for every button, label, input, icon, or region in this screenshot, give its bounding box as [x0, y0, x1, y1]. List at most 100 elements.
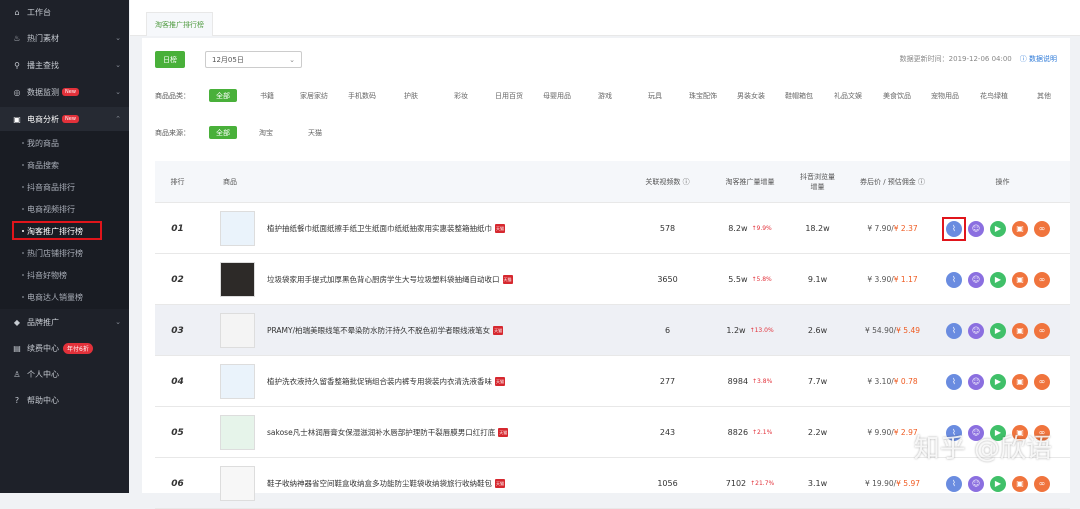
data-help-link[interactable]: ⓘ 数据说明 — [1020, 54, 1057, 64]
category-chip[interactable]: 家居家纺 — [300, 89, 328, 102]
promo-increase: 1.2w↑13.0% — [715, 305, 785, 356]
views-increase: 7.7w — [785, 356, 850, 407]
shopping-bag-icon[interactable]: ▣ — [1012, 272, 1028, 288]
play-video-icon[interactable]: ▶ — [990, 476, 1006, 492]
trend-chart-icon[interactable]: ⌇ — [946, 272, 962, 288]
category-chip[interactable]: 书籍 — [260, 89, 274, 102]
header-videos[interactable]: 关联视频数 ⓘ — [620, 161, 715, 203]
source-chip[interactable]: 天猫 — [308, 126, 322, 139]
sidebar-item-data-monitor[interactable]: ◎ 数据监测 New ⌄ — [0, 84, 129, 100]
trend-chart-icon[interactable]: ⌇ — [946, 476, 962, 492]
sidebar-sub-video-rank[interactable]: 电商视频排行 — [0, 203, 129, 215]
sidebar-item-help[interactable]: ? 帮助中心 — [0, 392, 129, 408]
product-thumbnail[interactable] — [220, 313, 255, 348]
sidebar-item-hot-material[interactable]: ♨ 热门素材 ⌄ — [0, 30, 129, 46]
category-chip[interactable]: 护肤 — [404, 89, 418, 102]
category-chip[interactable]: 玩具 — [648, 89, 662, 102]
sidebar-item-workbench[interactable]: ⌂ 工作台 — [0, 4, 129, 20]
play-video-icon[interactable]: ▶ — [990, 272, 1006, 288]
sidebar-item-renew[interactable]: ▤ 续费中心 年付6折 — [0, 340, 129, 356]
product-thumbnail[interactable] — [220, 364, 255, 399]
influencer-icon[interactable]: ☺ — [968, 221, 984, 237]
daily-rank-button[interactable]: 日榜 — [155, 51, 185, 68]
shopping-bag-icon[interactable]: ▣ — [1012, 221, 1028, 237]
product-name[interactable]: PRAMY/柏瑞美眼线笔不晕染防水防汗持久不脱色初学者眼线液笔女天猫 — [267, 305, 527, 356]
product-name[interactable]: 植护抽纸餐巾纸面纸擦手纸卫生纸面巾纸纸抽家用实惠装整箱抽纸巾天猫 — [267, 203, 527, 254]
link-icon[interactable]: ∞ — [1034, 323, 1050, 339]
table-row: 04 植护洗衣液持久留香整箱批促销组合装内裤专用袋装内衣清洗液香味天猫 277 … — [155, 356, 1070, 407]
category-chip[interactable]: 珠宝配饰 — [689, 89, 717, 102]
link-icon[interactable]: ∞ — [1034, 272, 1050, 288]
category-chip[interactable]: 全部 — [209, 89, 237, 102]
category-chip[interactable]: 游戏 — [598, 89, 612, 102]
promo-increase: 8.2w↑9.9% — [715, 203, 785, 254]
sidebar-sub-my-products[interactable]: 我的商品 — [0, 137, 129, 149]
rank-number: 06 — [155, 458, 200, 509]
trend-chart-icon[interactable]: ⌇ — [946, 323, 962, 339]
sidebar-sub-influencer-sales[interactable]: 电商达人销量榜 — [0, 291, 129, 303]
promo-value: 1.2w — [726, 326, 745, 335]
sidebar-sub-shop-rank[interactable]: 热门店铺排行榜 — [0, 247, 129, 259]
category-chip[interactable]: 男装女装 — [737, 89, 765, 102]
sidebar-item-find-anchor[interactable]: ⚲ 播主查找 ⌄ — [0, 57, 129, 73]
product-name-text: 垃圾袋家用手提式加厚黑色背心厨房学生大号垃圾塑料袋抽绳自动收口 — [267, 274, 500, 285]
category-label: 商品品类： — [155, 89, 190, 102]
product-name[interactable]: 植护洗衣液持久留香整箱批促销组合装内裤专用袋装内衣清洗液香味天猫 — [267, 356, 527, 407]
influencer-icon[interactable]: ☺ — [968, 476, 984, 492]
product-thumbnail[interactable] — [220, 415, 255, 450]
promo-growth: ↑21.7% — [750, 480, 774, 487]
link-icon[interactable]: ∞ — [1034, 374, 1050, 390]
product-name[interactable]: 鞋子收纳神器省空间鞋盒收纳盒多功能防尘鞋袋收纳袋旅行收纳鞋包天猫 — [267, 458, 527, 509]
product-name[interactable]: 垃圾袋家用手提式加厚黑色背心厨房学生大号垃圾塑料袋抽绳自动收口天猫 — [267, 254, 527, 305]
tab-taoke-rank[interactable]: 淘客推广排行榜 — [146, 12, 213, 36]
product-thumbnail[interactable] — [220, 262, 255, 297]
date-select[interactable]: 12月05日 ⌄ — [205, 51, 302, 68]
category-chip[interactable]: 宠物用品 — [931, 89, 959, 102]
play-video-icon[interactable]: ▶ — [990, 323, 1006, 339]
product-thumbnail[interactable] — [220, 466, 255, 501]
sidebar-item-label: 续费中心 — [27, 343, 59, 354]
product-name[interactable]: sakose凡士林润唇膏女保湿滋润补水唇部护理防干裂唇膜男口红打底天猫 — [267, 407, 527, 458]
product-thumbnail[interactable] — [220, 211, 255, 246]
trend-chart-icon[interactable]: ⌇ — [946, 374, 962, 390]
coupon-price: ¥ 3.90/ — [867, 275, 893, 284]
commission: ¥ 5.49 — [896, 326, 920, 335]
category-chip[interactable]: 日用百货 — [495, 89, 523, 102]
sidebar-sub-product-search[interactable]: 商品搜索 — [0, 159, 129, 171]
sidebar-sub-good-items[interactable]: 抖音好物榜 — [0, 269, 129, 281]
shop-icon: ▣ — [12, 114, 22, 124]
category-chip[interactable]: 彩妆 — [454, 89, 468, 102]
source-chip[interactable]: 淘宝 — [259, 126, 273, 139]
product-name-text: 植护洗衣液持久留香整箱批促销组合装内裤专用袋装内衣清洗液香味 — [267, 376, 492, 387]
link-icon[interactable]: ∞ — [1034, 221, 1050, 237]
sidebar-item-brand[interactable]: ◆ 品牌推广 ⌄ — [0, 314, 129, 330]
promo-value: 8.2w — [728, 224, 747, 233]
category-chip[interactable]: 花鸟绿植 — [980, 89, 1008, 102]
play-video-icon[interactable]: ▶ — [990, 374, 1006, 390]
promo-increase: 8826↑2.1% — [715, 407, 785, 458]
rank-number: 04 — [155, 356, 200, 407]
sidebar-sub-douyin-product-rank[interactable]: 抖音商品排行 — [0, 181, 129, 193]
shopping-bag-icon[interactable]: ▣ — [1012, 374, 1028, 390]
source-label: 商品来源： — [155, 126, 190, 139]
header-price[interactable]: 券后价 / 预估佣金 ⓘ — [850, 161, 935, 203]
category-chip[interactable]: 手机数码 — [348, 89, 376, 102]
category-chip[interactable]: 母婴用品 — [543, 89, 571, 102]
sidebar-item-profile[interactable]: ♙ 个人中心 — [0, 366, 129, 382]
influencer-icon[interactable]: ☺ — [968, 374, 984, 390]
category-chip[interactable]: 美食饮品 — [883, 89, 911, 102]
tmall-icon: 天猫 — [495, 224, 505, 233]
influencer-icon[interactable]: ☺ — [968, 272, 984, 288]
shopping-bag-icon[interactable]: ▣ — [1012, 476, 1028, 492]
play-video-icon[interactable]: ▶ — [990, 221, 1006, 237]
category-chip[interactable]: 其他 — [1037, 89, 1051, 102]
category-chip[interactable]: 鞋帽箱包 — [785, 89, 813, 102]
link-icon[interactable]: ∞ — [1034, 476, 1050, 492]
promo-value: 8984 — [728, 377, 748, 386]
source-chip[interactable]: 全部 — [209, 126, 237, 139]
shopping-bag-icon[interactable]: ▣ — [1012, 323, 1028, 339]
influencer-icon[interactable]: ☺ — [968, 323, 984, 339]
sidebar-item-ecommerce[interactable]: ▣ 电商分析 New ⌃ — [0, 107, 129, 131]
category-chip[interactable]: 礼品文娱 — [834, 89, 862, 102]
sidebar-sub-label: 电商视频排行 — [27, 204, 75, 215]
